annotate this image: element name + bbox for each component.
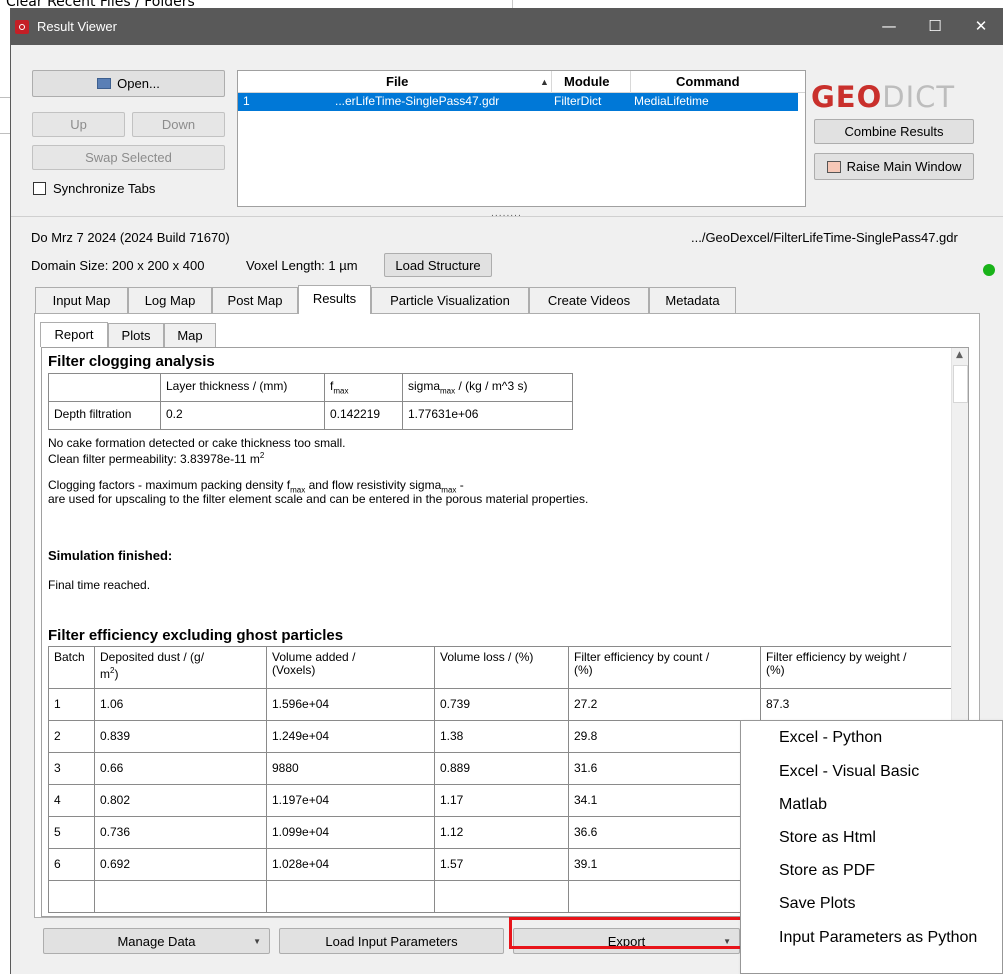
splitter-line — [11, 216, 1003, 217]
subtab-report[interactable]: Report — [40, 322, 108, 347]
final-time-reached: Final time reached. — [48, 578, 151, 592]
swap-selected-button[interactable]: Swap Selected — [32, 145, 225, 170]
clogging-title: Filter clogging analysis — [48, 353, 215, 370]
tab-post-map[interactable]: Post Map — [212, 287, 298, 313]
synchronize-tabs-checkbox[interactable] — [33, 182, 46, 195]
eff-header-volume-loss: Volume loss / (%) — [434, 646, 569, 689]
column-divider — [551, 71, 552, 93]
clog-row-fmax: 0.142219 — [324, 401, 403, 430]
title-bar: Result Viewer — ☐ ✕ — [11, 8, 1003, 45]
manage-data-button[interactable]: Manage Data ▼ — [43, 928, 270, 954]
open-folder-icon — [97, 78, 112, 89]
scroll-thumb[interactable] — [953, 365, 968, 403]
file-table-header: File ▲ Module Command — [238, 71, 805, 93]
clogging-table: Layer thickness / (mm) fmax sigmamax / (… — [48, 373, 573, 430]
domain-size: Domain Size: 200 x 200 x 400 — [31, 258, 205, 273]
column-divider — [630, 71, 631, 93]
maximize-button[interactable]: ☐ — [912, 8, 958, 45]
tab-create-videos[interactable]: Create Videos — [529, 287, 649, 313]
eff-header-batch: Batch — [48, 646, 95, 689]
export-menu: Excel - Python Excel - Visual Basic Matl… — [740, 720, 1003, 974]
tab-metadata[interactable]: Metadata — [649, 287, 736, 313]
sort-ascending-icon: ▲ — [540, 77, 549, 87]
combine-results-button[interactable]: Combine Results — [814, 119, 974, 144]
tab-log-map[interactable]: Log Map — [128, 287, 212, 313]
open-button-label: Open... — [117, 76, 160, 91]
tab-results[interactable]: Results — [298, 285, 371, 314]
geodict-app-icon — [15, 20, 29, 34]
clog-row-name: Depth filtration — [48, 401, 161, 430]
row-command: MediaLifetime — [634, 94, 709, 108]
clog-header-sigma: sigmamax / (kg / m^3 s) — [402, 373, 573, 402]
subtab-map[interactable]: Map — [164, 323, 216, 347]
voxel-length: Voxel Length: 1 µm — [246, 258, 358, 273]
tab-particle-visualization[interactable]: Particle Visualization — [371, 287, 529, 313]
eff-header-count: Filter efficiency by count / (%) — [568, 646, 761, 689]
column-header-file[interactable]: File — [386, 74, 408, 89]
column-header-command[interactable]: Command — [676, 74, 740, 89]
menu-item-store-html[interactable]: Store as Html — [779, 829, 876, 847]
load-input-parameters-button[interactable]: Load Input Parameters — [279, 928, 504, 954]
splitter-handle[interactable]: ........ — [491, 209, 522, 219]
window-title: Result Viewer — [37, 19, 117, 34]
permeability-text: Clean filter permeability: 3.83978e-11 m… — [48, 451, 265, 466]
menu-item-matlab[interactable]: Matlab — [779, 796, 827, 814]
tab-input-map[interactable]: Input Map — [35, 287, 128, 313]
load-structure-button[interactable]: Load Structure — [384, 253, 492, 277]
menu-item-excel-python[interactable]: Excel - Python — [779, 729, 882, 747]
export-highlight — [509, 917, 744, 949]
raise-main-window-label: Raise Main Window — [846, 159, 962, 174]
open-button[interactable]: Open... — [32, 70, 225, 97]
build-date: Do Mrz 7 2024 (2024 Build 71670) — [31, 230, 230, 245]
efficiency-title: Filter efficiency excluding ghost partic… — [48, 627, 344, 644]
clog-row-layer: 0.2 — [160, 401, 325, 430]
scroll-up-icon[interactable]: ▲ — [956, 350, 963, 360]
file-table-row[interactable]: 1 ...erLifeTime-SinglePass47.gdr FilterD… — [238, 93, 798, 111]
status-indicator — [983, 264, 995, 276]
column-header-module[interactable]: Module — [564, 74, 610, 89]
clog-header-fmax: fmax — [324, 373, 403, 402]
subtab-plots[interactable]: Plots — [108, 323, 164, 347]
clog-row-sigma: 1.77631e+06 — [402, 401, 573, 430]
raise-window-icon — [826, 160, 841, 173]
manage-data-label: Manage Data — [117, 933, 196, 949]
chevron-down-icon: ▼ — [253, 937, 261, 946]
eff-header-dust: Deposited dust / (g/m2) — [94, 646, 267, 689]
background-divider — [0, 133, 10, 134]
file-table[interactable]: File ▲ Module Command 1 ...erLifeTime-Si… — [237, 70, 806, 207]
row-file: ...erLifeTime-SinglePass47.gdr — [335, 94, 500, 108]
row-module: FilterDict — [554, 94, 602, 108]
eff-header-volume-added: Volume added / (Voxels) — [266, 646, 435, 689]
simulation-finished: Simulation finished: — [48, 548, 173, 563]
result-file-path: .../GeoDexcel/FilterLifeTime-SinglePass4… — [691, 230, 958, 245]
up-button[interactable]: Up — [32, 112, 125, 137]
eff-header-weight: Filter efficiency by weight / (%) — [760, 646, 960, 689]
table-row: 1 1.06 1.596e+04 0.739 27.2 87.3 — [48, 688, 960, 721]
clogging-factors-text-2: are used for upscaling to the filter ele… — [48, 492, 589, 506]
menu-item-input-parameters-python[interactable]: Input Parameters as Python — [779, 929, 977, 947]
close-button[interactable]: ✕ — [958, 8, 1003, 45]
raise-main-window-button[interactable]: Raise Main Window — [814, 153, 974, 180]
down-button[interactable]: Down — [132, 112, 225, 137]
menu-item-store-pdf[interactable]: Store as PDF — [779, 862, 875, 880]
menu-item-excel-visual-basic[interactable]: Excel - Visual Basic — [779, 763, 919, 781]
minimize-button[interactable]: — — [866, 8, 912, 45]
clog-header-layer: Layer thickness / (mm) — [160, 373, 325, 402]
row-index: 1 — [243, 94, 250, 108]
background-divider — [0, 97, 10, 98]
geodict-logo: GEODICT — [811, 80, 956, 114]
menu-item-save-plots[interactable]: Save Plots — [779, 895, 855, 913]
no-cake-text: No cake formation detected or cake thick… — [48, 436, 346, 450]
synchronize-tabs-label: Synchronize Tabs — [53, 181, 156, 196]
